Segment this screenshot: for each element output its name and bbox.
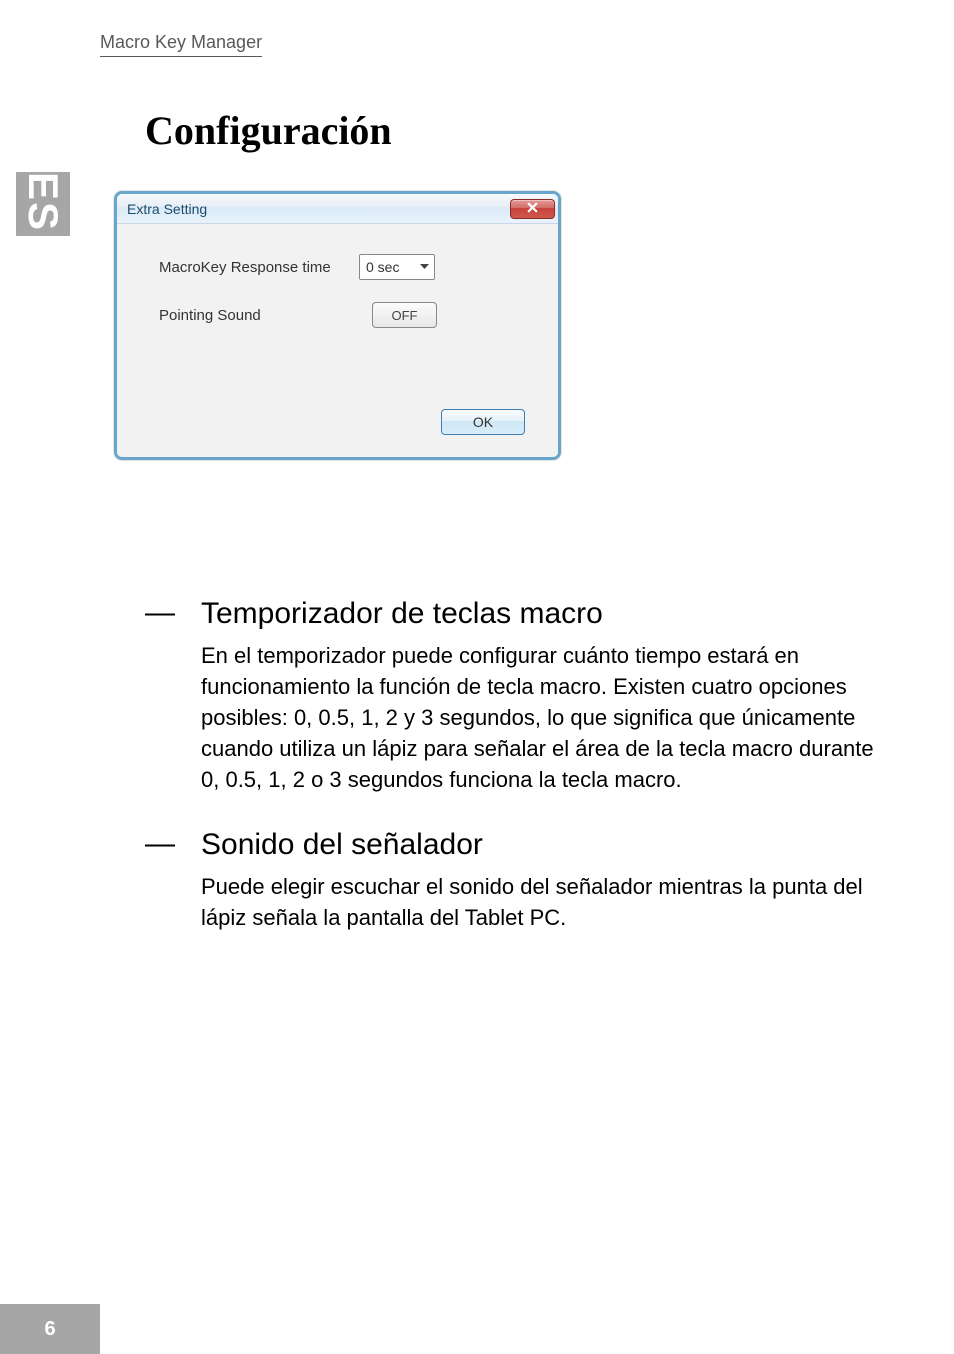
section-sound: — Sonido del señalador Puede elegir escu… bbox=[145, 827, 889, 933]
section-timer: — Temporizador de teclas macro En el tem… bbox=[145, 596, 889, 795]
page: Macro Key Manager ES Configuración Extra… bbox=[0, 0, 954, 1354]
ok-button[interactable]: OK bbox=[441, 409, 525, 435]
page-number: 6 bbox=[0, 1304, 100, 1354]
chevron-down-icon bbox=[416, 258, 432, 276]
dash-bullet: — bbox=[145, 596, 201, 795]
pointing-sound-row: Pointing Sound OFF bbox=[159, 302, 536, 328]
ok-button-label: OK bbox=[473, 414, 493, 430]
pointing-sound-label: Pointing Sound bbox=[159, 307, 359, 324]
response-time-row: MacroKey Response time 0 sec bbox=[159, 254, 536, 280]
dialog-body: MacroKey Response time 0 sec Pointing So… bbox=[117, 224, 558, 457]
section-sound-text: Puede elegir escuchar el sonido del seña… bbox=[201, 871, 889, 933]
close-icon bbox=[527, 200, 538, 218]
dialog-title: Extra Setting bbox=[127, 201, 207, 217]
response-time-label: MacroKey Response time bbox=[159, 259, 359, 276]
page-title: Configuración bbox=[145, 107, 392, 154]
pointing-sound-toggle[interactable]: OFF bbox=[372, 302, 437, 328]
close-button[interactable] bbox=[510, 199, 555, 219]
response-time-dropdown[interactable]: 0 sec bbox=[359, 254, 435, 280]
response-time-value: 0 sec bbox=[366, 259, 399, 275]
section-sound-title: Sonido del señalador bbox=[201, 827, 889, 863]
language-tab: ES bbox=[16, 172, 70, 236]
section-timer-title: Temporizador de teclas macro bbox=[201, 596, 889, 632]
pointing-sound-value: OFF bbox=[392, 308, 418, 323]
dash-bullet: — bbox=[145, 827, 201, 933]
dialog-titlebar: Extra Setting bbox=[117, 194, 558, 224]
content-area: — Temporizador de teclas macro En el tem… bbox=[145, 596, 889, 965]
extra-setting-dialog: Extra Setting MacroKey Response time 0 s… bbox=[114, 191, 561, 460]
running-header: Macro Key Manager bbox=[100, 32, 262, 57]
section-timer-text: En el temporizador puede configurar cuán… bbox=[201, 640, 889, 795]
